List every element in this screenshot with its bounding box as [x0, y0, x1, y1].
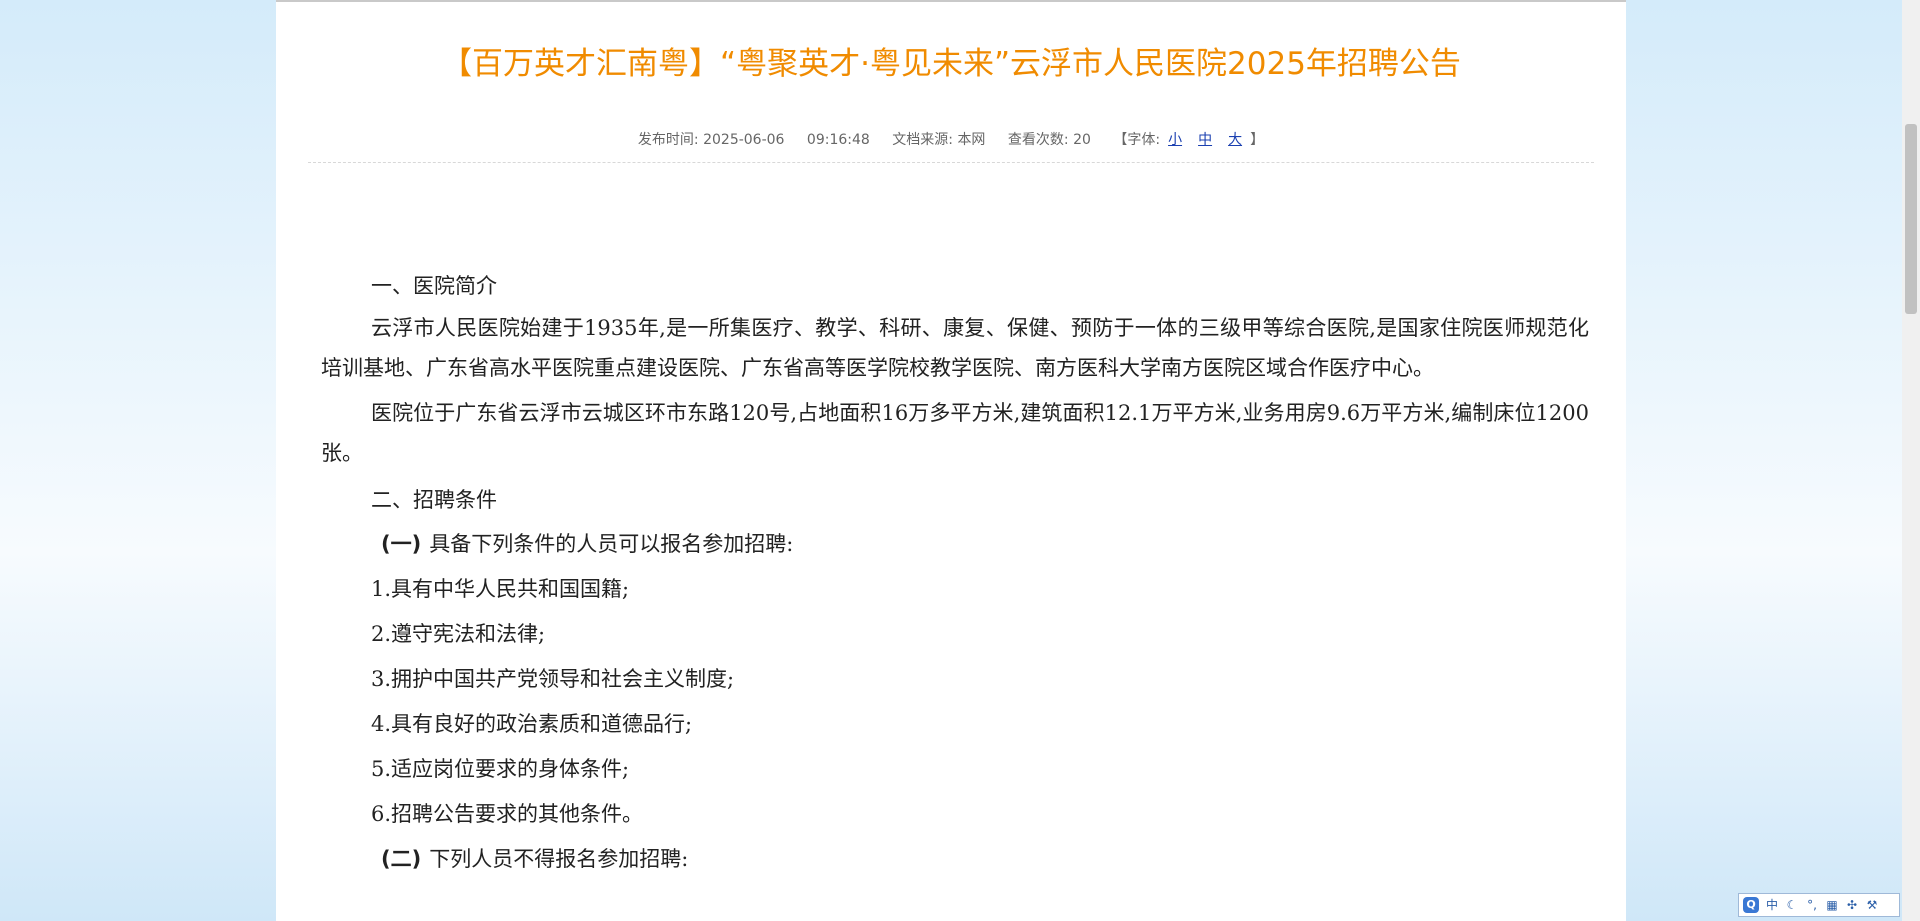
publish-date: 2025-06-06 [703, 132, 785, 148]
subsection-ineligible-text: 下列人员不得报名参加招聘: [429, 847, 689, 871]
publish-time: 09:16:48 [806, 132, 870, 148]
ime-logo-icon[interactable]: Q [1743, 897, 1759, 913]
scrollbar-thumb[interactable] [1905, 124, 1917, 314]
page-background-right [1626, 0, 1902, 921]
subsection-eligible-marker: (一) [381, 532, 422, 556]
ime-language-toggle[interactable]: 中 [1765, 897, 1779, 913]
subsection-ineligible: (二) 下列人员不得报名参加招聘: [321, 837, 1589, 882]
punctuation-icon[interactable]: °, [1805, 897, 1819, 913]
article-container: 【百万英才汇南粤】“粤聚英才·粤见未来”云浮市人民医院2025年招聘公告 发布时… [276, 0, 1626, 921]
toolbox-icon[interactable]: ✣ [1845, 897, 1859, 913]
views-value: 20 [1073, 132, 1091, 148]
condition-item: 4.具有良好的政治素质和道德品行; [371, 712, 693, 736]
subsection-eligible: (一) 具备下列条件的人员可以报名参加招聘: [321, 522, 1589, 567]
source-value: 本网 [957, 132, 986, 148]
wrench-icon[interactable]: ⚒ [1865, 897, 1879, 913]
subsection-ineligible-marker: (二) [381, 847, 422, 871]
condition-item: 6.招聘公告要求的其他条件。 [371, 802, 644, 826]
meta-divider [308, 162, 1594, 163]
font-size-label: 【字体: [1113, 132, 1161, 148]
keyboard-icon[interactable]: ▦ [1825, 897, 1839, 913]
condition-item: 1.具有中华人民共和国国籍; [371, 577, 630, 601]
intro-paragraph-2: 医院位于广东省云浮市云城区环市东路120号,占地面积16万多平方米,建筑面积12… [321, 401, 1589, 465]
moon-icon[interactable]: ☾ [1785, 897, 1799, 913]
section-heading-intro: 一、医院简介 [371, 274, 497, 298]
page-background-left [0, 0, 276, 921]
condition-item: 5.适应岗位要求的身体条件; [371, 757, 630, 781]
article-title: 【百万英才汇南粤】“粤聚英才·粤见未来”云浮市人民医院2025年招聘公告 [441, 46, 1461, 82]
page-scrollbar[interactable] [1902, 0, 1920, 921]
ime-toolbar[interactable]: Q 中 ☾ °, ▦ ✣ ⚒ [1738, 893, 1900, 917]
font-size-medium-link[interactable]: 中 [1198, 129, 1212, 149]
font-size-small-link[interactable]: 小 [1168, 129, 1182, 149]
views-label: 查看次数: [1007, 132, 1069, 148]
section-heading-conditions: 二、招聘条件 [371, 488, 497, 512]
condition-item: 2.遵守宪法和法律; [371, 622, 546, 646]
article-meta: 发布时间: 2025-06-06 09:16:48 文档来源: 本网 查看次数:… [276, 129, 1626, 149]
font-size-large-link[interactable]: 大 [1228, 129, 1242, 149]
condition-item: 3.拥护中国共产党领导和社会主义制度; [371, 667, 735, 691]
subsection-eligible-text: 具备下列条件的人员可以报名参加招聘: [429, 532, 794, 556]
source-label: 文档来源: [892, 132, 953, 148]
intro-paragraph-1: 云浮市人民医院始建于1935年,是一所集医疗、教学、科研、康复、保健、预防于一体… [321, 316, 1589, 380]
font-size-close: 】 [1250, 132, 1265, 148]
publish-label: 发布时间: [637, 132, 699, 148]
article-body: 一、医院简介 云浮市人民医院始建于1935年,是一所集医疗、教学、科研、康复、保… [321, 264, 1589, 882]
